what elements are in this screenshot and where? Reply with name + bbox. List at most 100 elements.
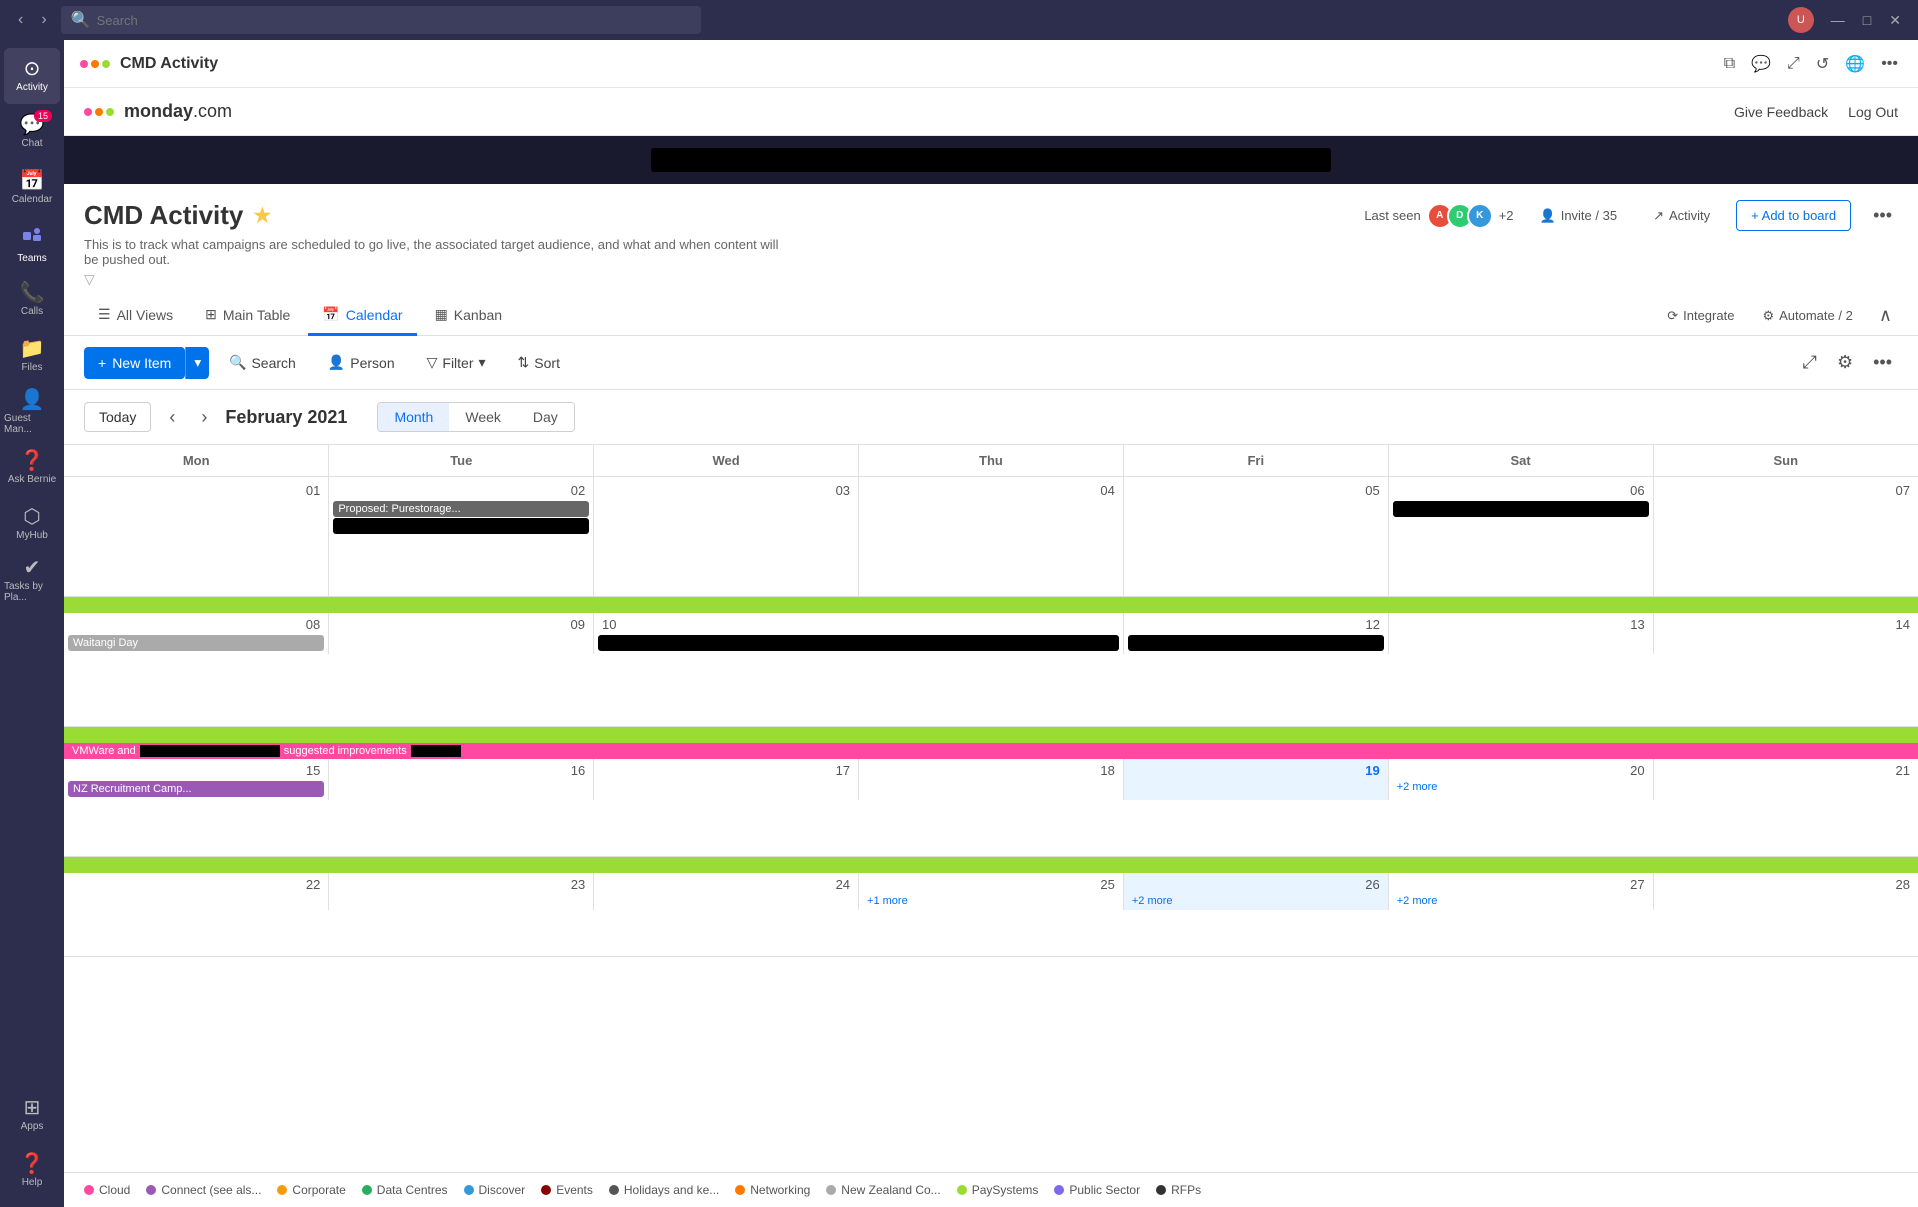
- favorite-star-icon[interactable]: ★: [253, 203, 271, 228]
- give-feedback-link[interactable]: Give Feedback: [1734, 104, 1828, 120]
- main-content: CMD Activity ⧉ 💬 ⤢ ↺ 🌐 ••• monday.com Gi…: [64, 40, 1918, 1207]
- files-icon: 📁: [20, 339, 45, 359]
- nz-recruitment-event[interactable]: NZ Recruitment Camp...: [68, 781, 324, 797]
- legend-connect[interactable]: Connect (see als...: [146, 1183, 261, 1197]
- new-item-dropdown-button[interactable]: ▾: [185, 347, 209, 379]
- settings-button[interactable]: ⚙: [1831, 346, 1859, 379]
- teams-icon: [21, 224, 43, 250]
- sort-button[interactable]: ⇅ Sort: [506, 346, 572, 379]
- table-row: VMWare and suggested improvements 15 NZ …: [64, 727, 1918, 857]
- more-toolbar-button[interactable]: •••: [1867, 346, 1898, 379]
- calendar-event[interactable]: █████████: [1128, 635, 1384, 651]
- legend-corporate[interactable]: Corporate: [277, 1183, 345, 1197]
- more-events-link[interactable]: +1 more: [863, 894, 1119, 908]
- weekday-fri: Fri: [1123, 445, 1388, 477]
- app-header-left: CMD Activity: [80, 55, 218, 73]
- calendar-event[interactable]: Proposed: Purestorage...: [333, 501, 589, 517]
- title-bar-left: ‹ › 🔍: [12, 6, 701, 34]
- add-to-board-button[interactable]: + Add to board: [1736, 200, 1851, 231]
- waitangi-day-event[interactable]: Waitangi Day: [68, 635, 324, 651]
- calendar-event[interactable]: ████████████: [333, 518, 589, 534]
- next-month-button[interactable]: ›: [193, 403, 215, 432]
- globe-icon[interactable]: 🌐: [1841, 50, 1869, 78]
- search-button[interactable]: 🔍 Search: [217, 346, 308, 379]
- more-events-link[interactable]: +2 more: [1393, 894, 1649, 908]
- vmware-event[interactable]: VMWare and suggested improvements: [64, 743, 1918, 759]
- day-number: 22: [68, 875, 324, 894]
- legend-discover[interactable]: Discover: [464, 1183, 526, 1197]
- close-button[interactable]: ✕: [1884, 10, 1906, 31]
- filter-button[interactable]: ▽ Filter ▾: [415, 346, 498, 379]
- tab-all-views[interactable]: ☰ All Views: [84, 296, 187, 336]
- sidebar-item-ask-bernie[interactable]: ❓ Ask Bernie: [4, 440, 60, 496]
- collapse-button[interactable]: ∧: [1873, 299, 1898, 332]
- calendar-icon: 📅: [20, 171, 45, 191]
- calendar-event[interactable]: ██████████████████████████████: [598, 635, 1119, 651]
- new-item-button[interactable]: + New Item: [84, 347, 185, 379]
- calendar-event-spanning[interactable]: [64, 857, 1918, 873]
- back-button[interactable]: ‹: [12, 9, 29, 31]
- sidebar-item-files[interactable]: 📁 Files: [4, 328, 60, 384]
- sidebar-item-myhub[interactable]: ⬡ MyHub: [4, 496, 60, 552]
- sidebar-item-calls[interactable]: 📞 Calls: [4, 272, 60, 328]
- legend-label: Public Sector: [1069, 1183, 1140, 1197]
- more-icon[interactable]: •••: [1877, 51, 1902, 77]
- legend-rfps[interactable]: RFPs: [1156, 1183, 1201, 1197]
- prev-month-button[interactable]: ‹: [161, 403, 183, 432]
- log-out-link[interactable]: Log Out: [1848, 104, 1898, 120]
- legend-cloud[interactable]: Cloud: [84, 1183, 130, 1197]
- today-button[interactable]: Today: [84, 402, 151, 432]
- monday-header: monday.com Give Feedback Log Out: [64, 88, 1918, 136]
- expand-icon[interactable]: ⤢: [1783, 51, 1804, 77]
- sidebar-item-calendar[interactable]: 📅 Calendar: [4, 160, 60, 216]
- chat-icon[interactable]: 💬: [1747, 50, 1775, 78]
- tab-kanban[interactable]: ▦ Kanban: [421, 296, 517, 336]
- filter-chevron-icon: ▾: [479, 354, 486, 371]
- forward-button[interactable]: ›: [35, 9, 52, 31]
- person-filter-button[interactable]: 👤 Person: [316, 346, 407, 379]
- refresh-icon[interactable]: ↺: [1812, 50, 1833, 78]
- avatar-stack: A D K: [1427, 203, 1493, 229]
- sidebar-item-label: Apps: [21, 1121, 44, 1132]
- cal-cell: 06 ███████████████████: [1388, 477, 1653, 597]
- legend-paysystems[interactable]: PaySystems: [957, 1183, 1039, 1197]
- activity-link[interactable]: ↗ Activity: [1643, 203, 1720, 229]
- legend-nz-co[interactable]: New Zealand Co...: [826, 1183, 940, 1197]
- tab-main-table[interactable]: ⊞ Main Table: [191, 296, 304, 336]
- sidebar-item-teams[interactable]: Teams: [4, 216, 60, 272]
- day-view-button[interactable]: Day: [517, 403, 574, 431]
- calendar-event-spanning[interactable]: [64, 727, 1918, 743]
- legend-public-sector[interactable]: Public Sector: [1054, 1183, 1140, 1197]
- week-view-button[interactable]: Week: [449, 403, 517, 431]
- sidebar-item-tasks[interactable]: ✔ Tasks by Pla...: [4, 552, 60, 608]
- minimize-button[interactable]: —: [1826, 10, 1850, 31]
- cal-cell-today: 19: [1123, 759, 1388, 800]
- month-view-button[interactable]: Month: [378, 403, 449, 431]
- invite-button[interactable]: 👤 Invite / 35: [1530, 203, 1628, 229]
- legend-data-centres[interactable]: Data Centres: [362, 1183, 448, 1197]
- cal-cell: 28: [1653, 873, 1918, 910]
- calendar-event[interactable]: ███████████████████: [1393, 501, 1649, 517]
- sidebar-item-chat[interactable]: 💬 15 Chat: [4, 104, 60, 160]
- more-events-link[interactable]: +2 more: [1393, 780, 1649, 794]
- person-icon: 👤: [1540, 208, 1556, 224]
- legend-networking[interactable]: Networking: [735, 1183, 810, 1197]
- external-link-icon[interactable]: ⧉: [1720, 51, 1739, 77]
- calendar-event-spanning[interactable]: [64, 597, 1918, 613]
- board-more-options-button[interactable]: •••: [1867, 201, 1898, 230]
- tab-calendar[interactable]: 📅 Calendar: [308, 296, 416, 336]
- fullscreen-button[interactable]: ⤢: [1797, 346, 1823, 379]
- weekday-sat: Sat: [1388, 445, 1653, 477]
- legend-holidays[interactable]: Holidays and ke...: [609, 1183, 719, 1197]
- sidebar-item-activity[interactable]: ⊙ Activity: [4, 48, 60, 104]
- sidebar-item-help[interactable]: ❓ Help: [4, 1143, 60, 1199]
- legend-events[interactable]: Events: [541, 1183, 593, 1197]
- sidebar-item-apps[interactable]: ⊞ Apps: [4, 1087, 60, 1143]
- cal-cell: 02 Proposed: Purestorage... ████████████: [329, 477, 594, 597]
- search-input[interactable]: [97, 13, 691, 28]
- more-events-link[interactable]: +2 more: [1128, 894, 1384, 908]
- sidebar-item-guest-manager[interactable]: 👤 Guest Man...: [4, 384, 60, 440]
- automate-button[interactable]: ⚙ Automate / 2: [1754, 304, 1860, 328]
- integrate-button[interactable]: ⟳ Integrate: [1659, 304, 1742, 328]
- maximize-button[interactable]: □: [1858, 10, 1876, 31]
